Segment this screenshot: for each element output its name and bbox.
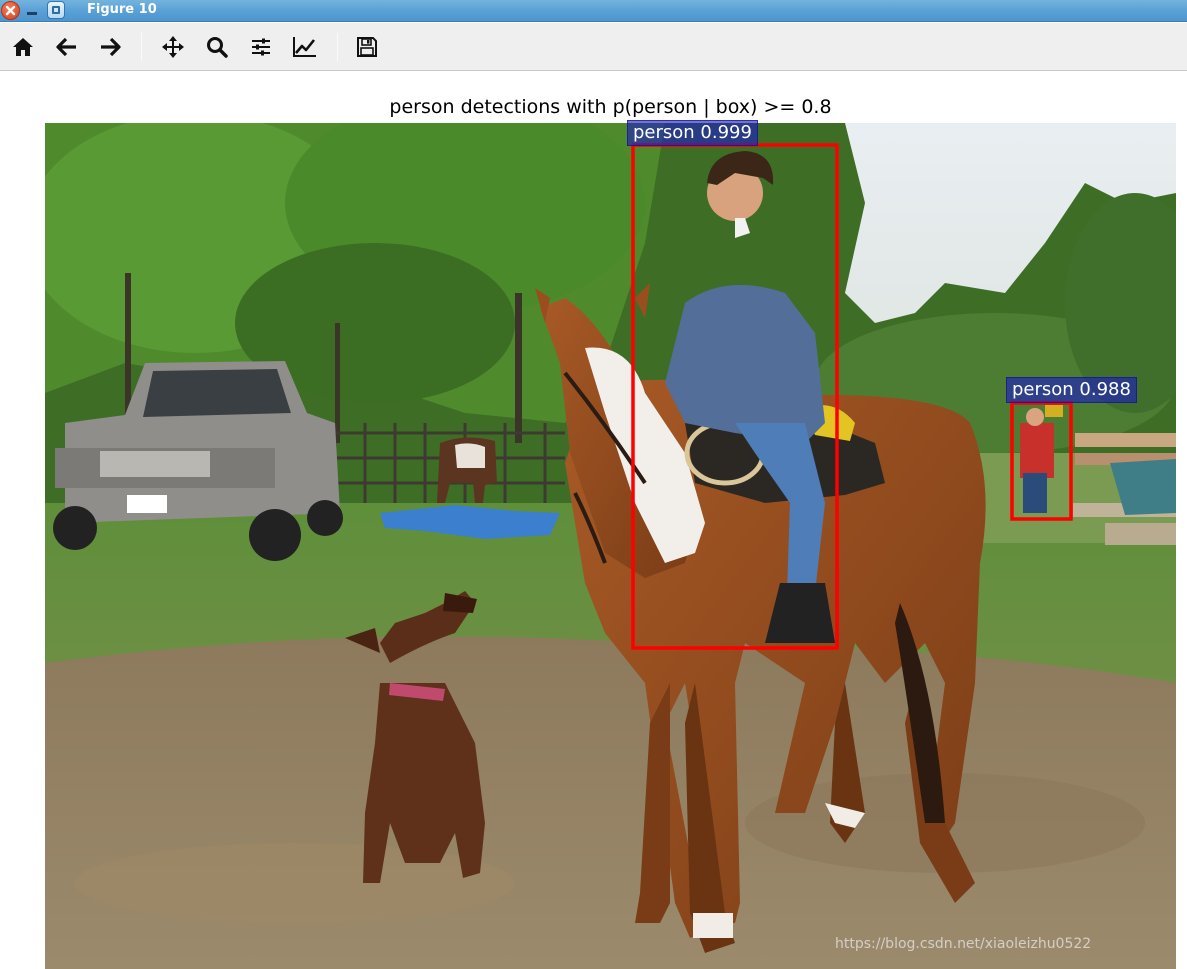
minimize-icon [27, 11, 37, 15]
detection-label: person 0.999 [627, 120, 758, 146]
close-window-button[interactable] [1, 1, 20, 20]
save-floppy-icon [357, 37, 377, 57]
close-icon [5, 5, 16, 16]
minimize-window-button[interactable] [24, 0, 40, 19]
edit-curves-button[interactable] [290, 32, 320, 62]
figure-title: person detections with p(person | box) >… [389, 96, 832, 118]
zoom-magnifier-icon [207, 37, 228, 58]
watermark-text: https://blog.csdn.net/xiaoleizhu0522 [835, 936, 1092, 952]
configure-subplots-button[interactable] [246, 32, 276, 62]
back-button[interactable] [52, 32, 82, 62]
save-button[interactable] [352, 32, 382, 62]
zoom-button[interactable] [202, 32, 232, 62]
navigation-toolbar [0, 23, 1187, 71]
edit-axis-curve-icon [293, 37, 316, 57]
detection-label: person 0.988 [1006, 377, 1137, 403]
maximize-window-button[interactable] [47, 1, 65, 19]
forward-button[interactable] [95, 32, 125, 62]
back-arrow-icon [56, 37, 76, 57]
home-button[interactable] [8, 32, 38, 62]
scene-image [45, 123, 1176, 969]
home-icon [13, 38, 33, 56]
toolbar-separator [141, 33, 142, 61]
figure-canvas[interactable]: person detections with p(person | box) >… [0, 72, 1187, 969]
pan-button[interactable] [158, 32, 188, 62]
forward-arrow-icon [101, 37, 121, 57]
pan-move-icon [162, 36, 184, 58]
configure-subplots-icon [252, 38, 270, 56]
maximize-icon [52, 6, 60, 14]
toolbar-separator [337, 33, 338, 61]
window-titlebar: Figure 10 [0, 0, 1187, 22]
window-title: Figure 10 [87, 2, 157, 17]
detection-photo [45, 123, 1176, 969]
